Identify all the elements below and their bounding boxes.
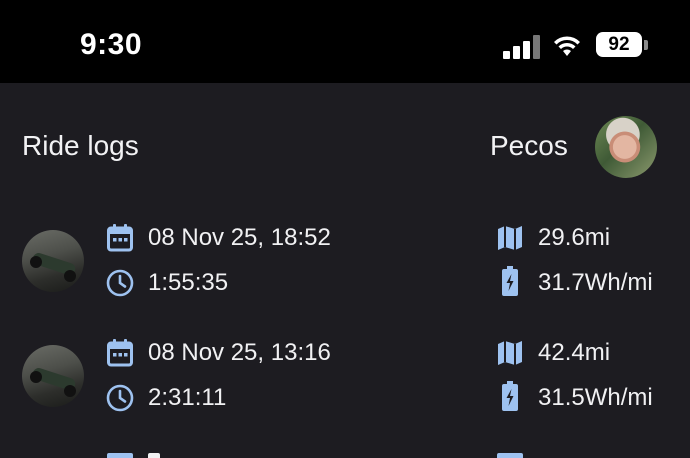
- status-bar: 9:30 92: [0, 0, 690, 83]
- user-name[interactable]: Pecos: [490, 130, 568, 162]
- wifi-icon: [554, 36, 580, 56]
- ride-efficiency: 31.7Wh/mi: [538, 269, 653, 296]
- ride-list-item[interactable]: 08 Nov 25, 13:16 2:31:11 42.4mi 31.5Wh/m…: [0, 333, 690, 433]
- profile-avatar[interactable]: [595, 116, 657, 178]
- list-item-partial[interactable]: [0, 450, 690, 458]
- ride-duration: 1:55:35: [148, 269, 229, 296]
- battery-tip: [644, 40, 648, 50]
- map-icon: [497, 225, 523, 256]
- ride-thumbnail: [22, 230, 84, 292]
- clock-icon: [106, 269, 134, 302]
- battery-charging-icon: [501, 381, 519, 416]
- clock-icon: [106, 384, 134, 417]
- ride-distance: 42.4mi: [538, 339, 611, 366]
- ride-date: 08 Nov 25, 18:52: [148, 224, 331, 251]
- map-icon: [497, 340, 523, 371]
- ride-distance: 29.6mi: [538, 224, 611, 251]
- cellular-signal-icon: [503, 33, 541, 59]
- status-time: 9:30: [80, 28, 143, 61]
- ride-date: 08 Nov 25, 13:16: [148, 339, 331, 366]
- page-title: Ride logs: [22, 130, 139, 161]
- calendar-icon: [107, 224, 133, 257]
- ride-list-item[interactable]: 08 Nov 25, 18:52 1:55:35 29.6mi 31.7Wh/m…: [0, 218, 690, 318]
- ride-duration: 2:31:11: [148, 384, 227, 411]
- ride-thumbnail: [22, 345, 84, 407]
- battery-charging-icon: [501, 266, 519, 301]
- battery-icon: 92: [596, 32, 642, 57]
- ride-efficiency: 31.5Wh/mi: [538, 384, 653, 411]
- calendar-icon: [107, 339, 133, 372]
